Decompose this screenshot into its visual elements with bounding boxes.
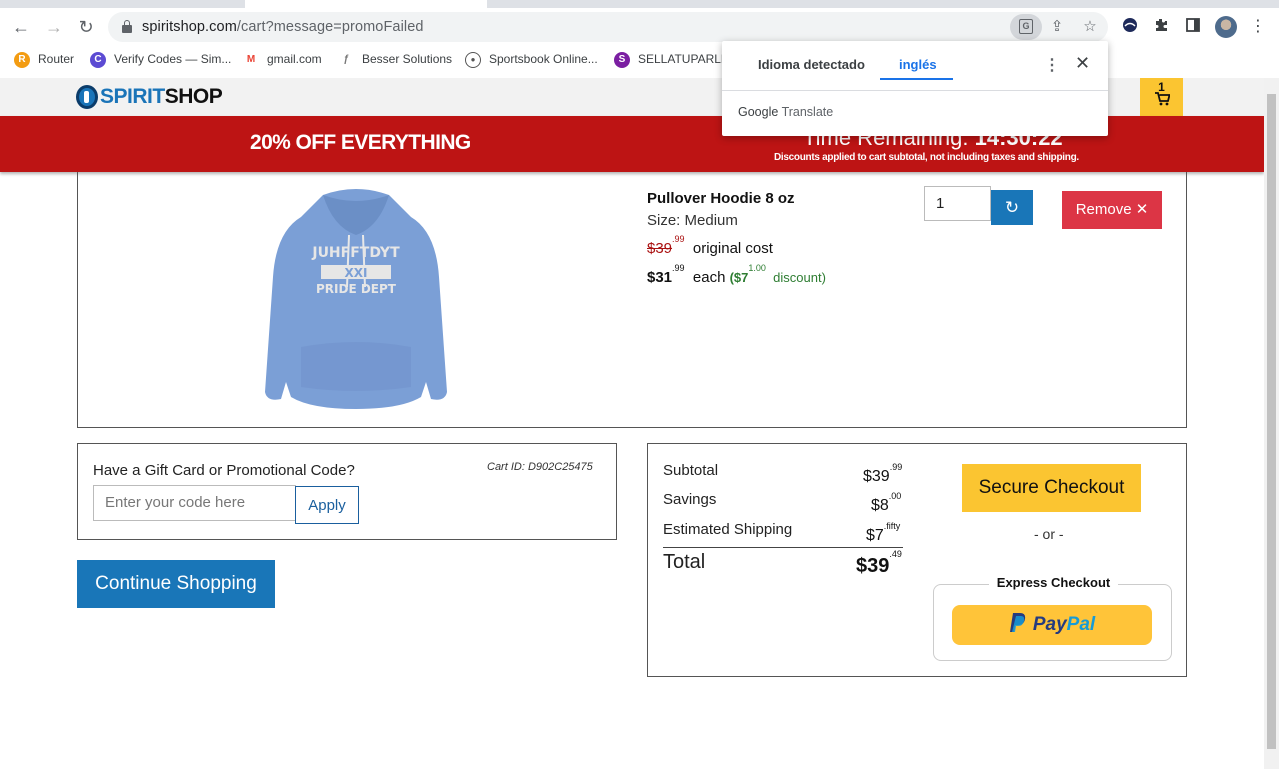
promo-code-input[interactable]: Enter your code here: [93, 485, 296, 521]
sellatuparley-icon: S: [614, 51, 630, 68]
subtotal-label: Subtotal: [663, 462, 719, 479]
shipping-label: Estimated Shipping: [663, 521, 793, 538]
express-checkout-box: Express Checkout PayPal: [933, 575, 1172, 661]
scrollbar-thumb[interactable]: [1267, 94, 1276, 749]
secure-checkout-button[interactable]: Secure Checkout: [962, 464, 1141, 512]
google-translate-brand: Google Translate: [738, 105, 834, 119]
logo-icon: [76, 85, 98, 109]
paypal-button[interactable]: PayPal: [952, 605, 1152, 645]
svg-text:PRIDE DEPT: PRIDE DEPT: [316, 282, 397, 296]
product-size: Size: Medium: [647, 212, 738, 229]
popup-divider: [722, 90, 1108, 91]
lock-icon[interactable]: [122, 20, 132, 33]
besser-icon: ƒ: [338, 51, 354, 68]
back-icon[interactable]: ←: [11, 17, 31, 37]
side-panel-icon[interactable]: [1183, 17, 1203, 37]
bookmark-besser[interactable]: ƒ Besser Solutions: [338, 51, 452, 68]
promo-note: Discounts applied to cart subtotal, not …: [774, 152, 1079, 163]
quantity-input[interactable]: 1: [924, 186, 991, 221]
product-image[interactable]: JUHFFTDYT XXI PRIDE DEPT: [261, 187, 451, 412]
extension-icon[interactable]: [1120, 17, 1140, 37]
active-tab[interactable]: [245, 0, 487, 8]
close-icon[interactable]: ✕: [1075, 53, 1090, 74]
forward-icon[interactable]: →: [44, 17, 64, 37]
browser-tabstrip: [0, 0, 1279, 8]
bookmark-star-icon[interactable]: ☆: [1080, 17, 1100, 37]
share-icon[interactable]: ⇪: [1047, 17, 1067, 37]
promo-headline: 20% OFF EVERYTHING: [250, 131, 471, 154]
verify-codes-icon: C: [90, 51, 106, 68]
continue-shopping-button[interactable]: Continue Shopping: [77, 560, 275, 608]
router-icon: R: [14, 51, 30, 68]
tab-detected-language[interactable]: Idioma detectado: [758, 57, 865, 72]
cart-icon: [1154, 92, 1171, 110]
bookmark-gmail[interactable]: Mgmail.com: [243, 51, 322, 68]
update-quantity-button[interactable]: ↻: [991, 190, 1033, 225]
or-separator: - or -: [1034, 526, 1064, 542]
original-price: $39.99 original cost: [647, 234, 773, 257]
total-label: Total: [663, 551, 706, 573]
bookmark-verify-codes[interactable]: C Verify Codes — Sim...: [90, 51, 231, 68]
remove-button[interactable]: Remove ✕: [1062, 191, 1162, 229]
order-summary: Subtotal $39.99 Savings $8.00 Estimated …: [647, 443, 1187, 677]
site-logo[interactable]: SPIRITSHOP: [76, 83, 223, 111]
total-value: $39.49: [856, 549, 902, 577]
sale-price: $31.99 each ($71.00 discount): [647, 263, 826, 286]
savings-label: Savings: [663, 491, 717, 508]
cart-button[interactable]: 1: [1140, 78, 1183, 116]
svg-text:XXI: XXI: [345, 266, 368, 280]
bookmark-router[interactable]: R Router: [14, 51, 74, 68]
svg-text:JUHFFTDYT: JUHFFTDYT: [311, 245, 400, 261]
close-icon: ✕: [1135, 201, 1149, 218]
active-tab-indicator: [880, 78, 953, 80]
translate-icon[interactable]: G: [1010, 14, 1042, 40]
product-name[interactable]: Pullover Hoodie 8 oz: [647, 190, 795, 207]
page-content: SPIRITSHOP 1 20% OFF EVERYTHING Time Rem…: [0, 78, 1264, 769]
reload-icon[interactable]: ↻: [76, 17, 96, 37]
promo-code-title: Have a Gift Card or Promotional Code?: [93, 462, 355, 479]
browser-menu-icon[interactable]: ⋮: [1248, 17, 1268, 37]
savings-value: $8.00: [871, 491, 902, 514]
profile-avatar[interactable]: [1215, 16, 1237, 38]
summary-divider: [663, 547, 903, 548]
tab-english[interactable]: inglés: [899, 57, 937, 72]
more-options-icon[interactable]: ⋮: [1044, 55, 1060, 75]
apply-button[interactable]: Apply: [295, 486, 359, 524]
address-bar[interactable]: spiritshop.com/cart?message=promoFailed …: [108, 12, 1108, 42]
subtotal-value: $39.99: [863, 462, 903, 485]
paypal-icon: [1009, 612, 1025, 632]
translate-popup: Idioma detectado inglés ⋮ ✕ Google Trans…: [722, 41, 1108, 136]
extensions-puzzle-icon[interactable]: [1151, 17, 1171, 37]
refresh-icon: ↻: [1004, 198, 1020, 217]
gmail-icon: M: [243, 51, 259, 68]
express-checkout-label: Express Checkout: [988, 575, 1119, 590]
bookmark-sportsbook[interactable]: ● Sportsbook Online...: [465, 51, 598, 68]
shipping-value: $7.fifty: [866, 521, 901, 544]
promo-code-box: Have a Gift Card or Promotional Code? Ca…: [77, 443, 617, 540]
page-scrollbar[interactable]: [1264, 78, 1279, 769]
globe-icon: ●: [465, 51, 481, 68]
cart-id: Cart ID: D902C25475: [487, 461, 593, 473]
cart-item: JUHFFTDYT XXI PRIDE DEPT Pullover Hoodie…: [77, 172, 1187, 428]
bookmark-sellatuparley[interactable]: S SELLATUPARLEY: [614, 51, 737, 68]
url-text[interactable]: spiritshop.com/cart?message=promoFailed: [142, 19, 424, 35]
